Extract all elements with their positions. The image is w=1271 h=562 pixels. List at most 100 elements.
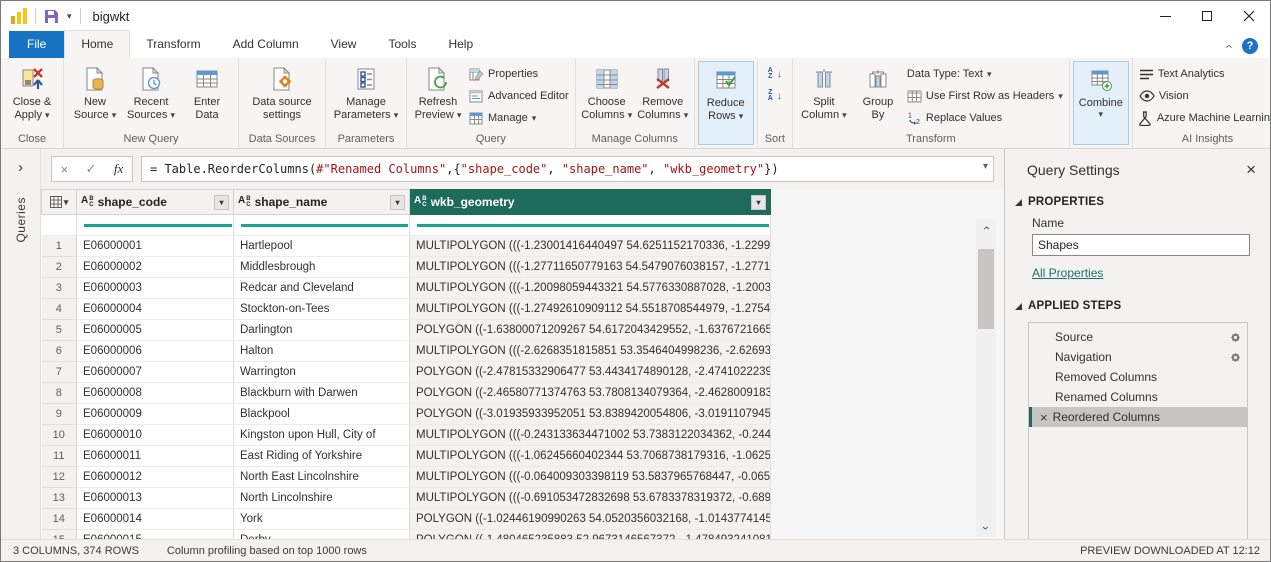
minimize-button[interactable] bbox=[1144, 1, 1186, 31]
cell-shape-name[interactable]: North Lincolnshire bbox=[234, 488, 410, 509]
cell-wkb-geometry[interactable]: MULTIPOLYGON (((-2.6268351815851 53.3546… bbox=[410, 341, 771, 362]
cell-wkb-geometry[interactable]: MULTIPOLYGON (((-0.243133634471002 53.73… bbox=[410, 425, 771, 446]
split-column-button[interactable]: Split Column ▾ bbox=[796, 61, 852, 131]
cell-wkb-geometry[interactable]: MULTIPOLYGON (((-1.23001416440497 54.625… bbox=[410, 236, 771, 257]
applied-step-item[interactable]: Removed Columns bbox=[1029, 367, 1247, 387]
tab-add-column[interactable]: Add Column bbox=[217, 31, 315, 58]
cell-wkb-geometry[interactable]: POLYGON ((-3.01935933952051 53.838942005… bbox=[410, 404, 771, 425]
cell-shape-code[interactable]: E06000003 bbox=[77, 278, 234, 299]
applied-step-item[interactable]: Renamed Columns bbox=[1029, 387, 1247, 407]
data-type-button[interactable]: Data Type: Text ▾ bbox=[904, 65, 1066, 83]
applied-step-item[interactable]: Source bbox=[1029, 327, 1247, 347]
row-number[interactable]: 8 bbox=[42, 383, 77, 404]
properties-section-header[interactable]: PROPERTIES bbox=[1005, 188, 1270, 214]
scroll-down-icon[interactable]: › bbox=[976, 519, 996, 537]
select-all-corner-button[interactable]: ▾ bbox=[42, 190, 77, 215]
cancel-formula-icon[interactable]: × bbox=[61, 162, 69, 177]
cell-shape-name[interactable]: Redcar and Cleveland bbox=[234, 278, 410, 299]
cell-wkb-geometry[interactable]: MULTIPOLYGON (((-0.064009303398119 53.58… bbox=[410, 467, 771, 488]
row-number[interactable]: 14 bbox=[42, 509, 77, 530]
tab-help[interactable]: Help bbox=[432, 31, 489, 58]
use-first-row-as-headers-button[interactable]: Use First Row as Headers ▾ bbox=[904, 87, 1066, 105]
delete-step-icon[interactable]: × bbox=[1040, 410, 1048, 425]
column-header-shape-name[interactable]: ABC shape_name ▾ bbox=[234, 190, 410, 215]
row-number[interactable]: 15 bbox=[42, 530, 77, 540]
cell-shape-code[interactable]: E06000008 bbox=[77, 383, 234, 404]
close-and-apply-button[interactable]: Close & Apply ▾ bbox=[4, 61, 60, 131]
row-number[interactable]: 12 bbox=[42, 467, 77, 488]
reduce-rows-button[interactable]: Reduce Rows ▾ bbox=[698, 61, 754, 145]
cell-shape-code[interactable]: E06000014 bbox=[77, 509, 234, 530]
applied-step-item[interactable]: ×Reordered Columns bbox=[1029, 407, 1247, 427]
cell-shape-code[interactable]: E06000009 bbox=[77, 404, 234, 425]
remove-columns-button[interactable]: Remove Columns ▾ bbox=[635, 61, 691, 131]
cell-wkb-geometry[interactable]: POLYGON ((-2.47815332906477 53.443417489… bbox=[410, 362, 771, 383]
cell-shape-name[interactable]: Blackpool bbox=[234, 404, 410, 425]
tab-tools[interactable]: Tools bbox=[372, 31, 432, 58]
expand-queries-pane-icon[interactable]: › bbox=[1, 149, 40, 176]
cell-shape-code[interactable]: E06000010 bbox=[77, 425, 234, 446]
all-properties-link[interactable]: All Properties bbox=[1032, 266, 1103, 280]
cell-wkb-geometry[interactable]: POLYGON ((-2.46580771374763 53.780813407… bbox=[410, 383, 771, 404]
applied-step-item[interactable]: Navigation bbox=[1029, 347, 1247, 367]
tab-view[interactable]: View bbox=[315, 31, 373, 58]
replace-values-button[interactable]: 12 Replace Values bbox=[904, 109, 1066, 127]
cell-shape-name[interactable]: Derby bbox=[234, 530, 410, 540]
new-source-button[interactable]: New Source ▾ bbox=[67, 61, 123, 131]
row-number[interactable]: 10 bbox=[42, 425, 77, 446]
sort-ascending-button[interactable]: AZ↓ bbox=[765, 65, 785, 83]
manage-button[interactable]: Manage ▾ bbox=[466, 109, 572, 127]
cell-shape-name[interactable]: Warrington bbox=[234, 362, 410, 383]
cell-shape-code[interactable]: E06000006 bbox=[77, 341, 234, 362]
cell-shape-code[interactable]: E06000011 bbox=[77, 446, 234, 467]
row-number[interactable]: 4 bbox=[42, 299, 77, 320]
cell-shape-name[interactable]: Middlesbrough bbox=[234, 257, 410, 278]
filter-dropdown-icon[interactable]: ▾ bbox=[390, 195, 405, 210]
cell-shape-code[interactable]: E06000004 bbox=[77, 299, 234, 320]
combine-button[interactable]: Combine ▾ bbox=[1073, 61, 1129, 145]
cell-wkb-geometry[interactable]: MULTIPOLYGON (((-1.20098059443321 54.577… bbox=[410, 278, 771, 299]
scroll-up-icon[interactable]: › bbox=[976, 219, 996, 237]
applied-steps-section-header[interactable]: APPLIED STEPS bbox=[1005, 292, 1270, 318]
cell-shape-name[interactable]: Darlington bbox=[234, 320, 410, 341]
vertical-scrollbar[interactable]: › › bbox=[976, 219, 996, 537]
column-header-wkb-geometry[interactable]: ABC wkb_geometry ▾ bbox=[410, 190, 771, 215]
row-number[interactable]: 5 bbox=[42, 320, 77, 341]
collapse-ribbon-icon[interactable]: › bbox=[1221, 44, 1234, 48]
row-number[interactable]: 1 bbox=[42, 236, 77, 257]
cell-shape-name[interactable]: Stockton-on-Tees bbox=[234, 299, 410, 320]
expand-formula-bar-icon[interactable]: ▾ bbox=[983, 161, 988, 172]
cell-shape-name[interactable]: York bbox=[234, 509, 410, 530]
cell-shape-name[interactable]: Halton bbox=[234, 341, 410, 362]
filter-dropdown-icon[interactable]: ▾ bbox=[214, 195, 229, 210]
query-name-input[interactable] bbox=[1032, 234, 1250, 256]
tab-home[interactable]: Home bbox=[64, 30, 130, 58]
cell-wkb-geometry[interactable]: POLYGON ((-1.02446190990263 54.052035603… bbox=[410, 509, 771, 530]
filter-dropdown-icon[interactable]: ▾ bbox=[751, 195, 766, 210]
close-button[interactable] bbox=[1228, 1, 1270, 31]
group-by-button[interactable]: Group By bbox=[852, 61, 904, 131]
row-number[interactable]: 3 bbox=[42, 278, 77, 299]
text-analytics-button[interactable]: Text Analytics bbox=[1136, 65, 1270, 83]
row-number[interactable]: 2 bbox=[42, 257, 77, 278]
quick-access-dropdown-icon[interactable]: ▾ bbox=[67, 12, 72, 21]
cell-wkb-geometry[interactable]: POLYGON ((-1.63800071209267 54.617204342… bbox=[410, 320, 771, 341]
tab-file[interactable]: File bbox=[9, 31, 64, 58]
row-number[interactable]: 7 bbox=[42, 362, 77, 383]
recent-sources-button[interactable]: Recent Sources ▾ bbox=[123, 61, 179, 131]
close-panel-icon[interactable]: × bbox=[1246, 161, 1256, 178]
formula-input[interactable]: = Table.ReorderColumns(#"Renamed Columns… bbox=[141, 156, 994, 182]
choose-columns-button[interactable]: Choose Columns ▾ bbox=[579, 61, 635, 131]
cell-shape-name[interactable]: Blackburn with Darwen bbox=[234, 383, 410, 404]
vision-button[interactable]: Vision bbox=[1136, 87, 1270, 105]
cell-wkb-geometry[interactable]: POLYGON ((-1.480465235883 52.96731465673… bbox=[410, 530, 771, 540]
sort-descending-button[interactable]: ZA↓ bbox=[765, 87, 785, 105]
gear-icon[interactable] bbox=[1230, 332, 1241, 343]
cell-shape-code[interactable]: E06000005 bbox=[77, 320, 234, 341]
help-icon[interactable]: ? bbox=[1242, 38, 1258, 54]
cell-wkb-geometry[interactable]: MULTIPOLYGON (((-1.27711650779163 54.547… bbox=[410, 257, 771, 278]
properties-button[interactable]: Properties bbox=[466, 65, 572, 83]
cell-shape-name[interactable]: Hartlepool bbox=[234, 236, 410, 257]
cell-shape-name[interactable]: North East Lincolnshire bbox=[234, 467, 410, 488]
row-number[interactable]: 11 bbox=[42, 446, 77, 467]
